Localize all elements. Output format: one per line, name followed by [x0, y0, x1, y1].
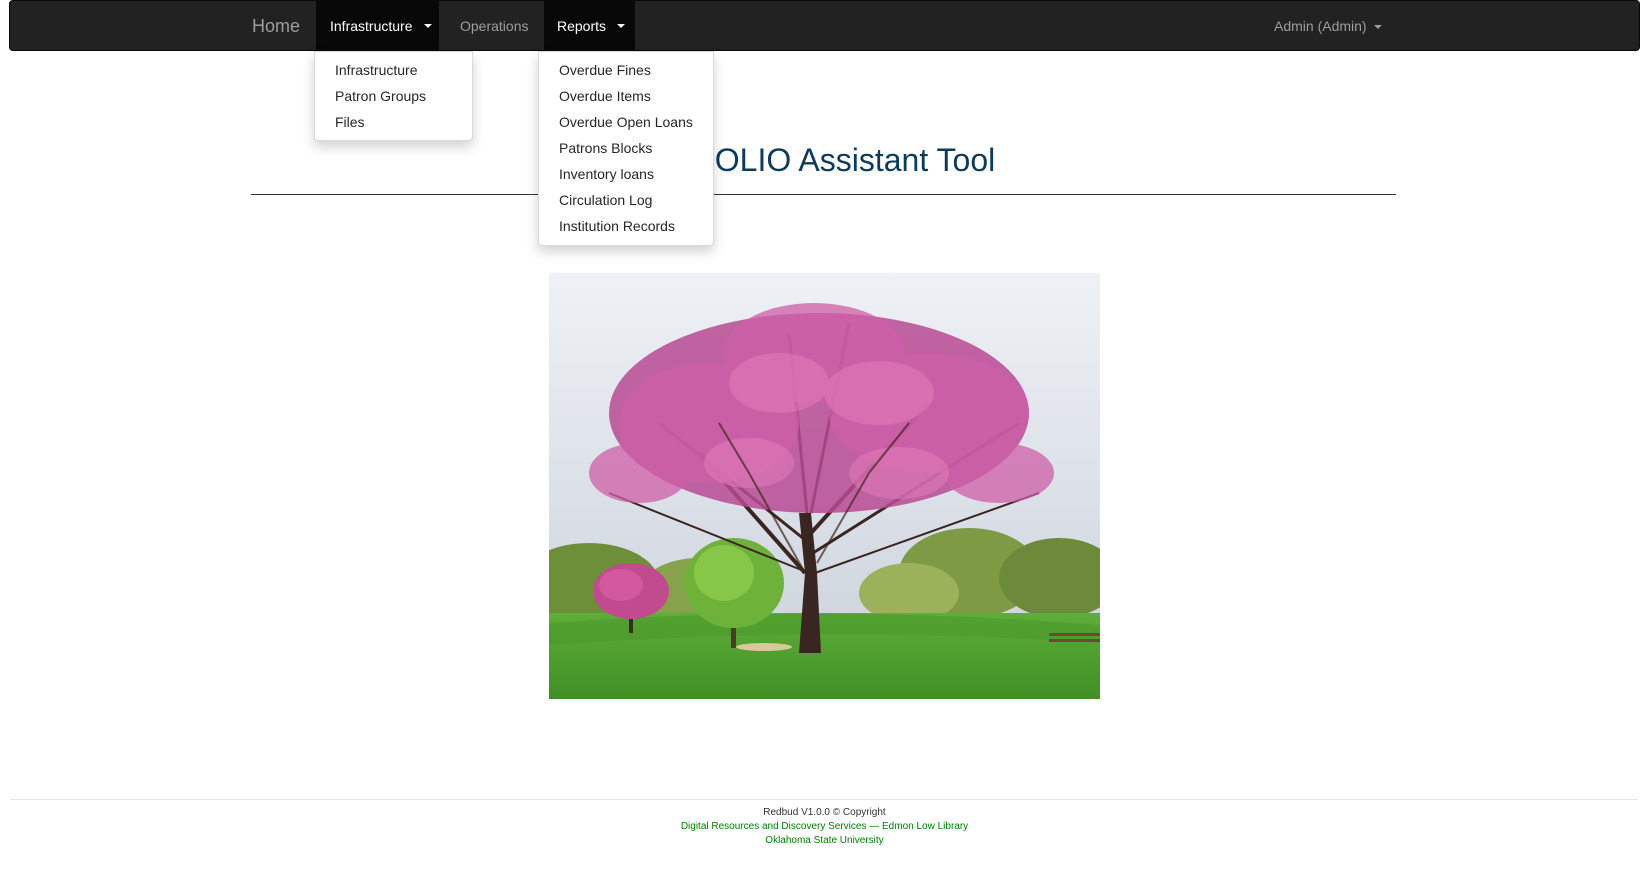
menu-item-circulation-log[interactable]: Circulation Log — [539, 187, 713, 213]
nav-user-label: Admin (Admin) — [1274, 18, 1367, 34]
redbud-tree-image — [549, 273, 1100, 699]
footer-divider — [10, 799, 1638, 800]
footer: Redbud V1.0.0 © Copyright Digital Resour… — [0, 806, 1649, 848]
caret-down-icon — [1374, 25, 1383, 30]
menu-item-patron-groups[interactable]: Patron Groups — [315, 83, 472, 109]
redbud-tree-illustration — [549, 273, 1100, 699]
caret-down-icon — [617, 24, 625, 28]
top-navbar: Home Infrastructure Operations Reports A… — [9, 0, 1640, 51]
nav-reports-dropdown[interactable]: Reports — [544, 1, 635, 51]
menu-item-institution-records[interactable]: Institution Records — [539, 213, 713, 239]
menu-item-files[interactable]: Files — [315, 109, 472, 135]
nav-home-link[interactable]: Home — [252, 1, 300, 51]
menu-item-overdue-open-loans[interactable]: Overdue Open Loans — [539, 109, 713, 135]
menu-item-infrastructure[interactable]: Infrastructure — [315, 57, 472, 83]
title-divider — [251, 194, 1396, 195]
nav-user-dropdown[interactable]: Admin (Admin) — [1274, 1, 1383, 51]
footer-department: Digital Resources and Discovery Services… — [680, 821, 969, 832]
reports-dropdown-menu: Overdue Fines Overdue Items Overdue Open… — [538, 51, 714, 246]
menu-item-inventory-loans[interactable]: Inventory loans — [539, 161, 713, 187]
nav-reports-label: Reports — [557, 18, 607, 34]
nav-infrastructure-label: Infrastructure — [330, 18, 413, 34]
menu-item-patrons-blocks[interactable]: Patrons Blocks — [539, 135, 713, 161]
menu-item-overdue-fines[interactable]: Overdue Fines — [539, 57, 713, 83]
nav-infrastructure-dropdown[interactable]: Infrastructure — [316, 1, 439, 51]
menu-item-overdue-items[interactable]: Overdue Items — [539, 83, 713, 109]
nav-operations-link[interactable]: Operations — [460, 1, 528, 51]
infrastructure-dropdown-menu: Infrastructure Patron Groups Files — [314, 51, 473, 141]
footer-university: Oklahoma State University — [765, 835, 884, 846]
caret-down-icon — [424, 24, 432, 28]
footer-copyright: Redbud V1.0.0 © Copyright — [763, 807, 886, 818]
